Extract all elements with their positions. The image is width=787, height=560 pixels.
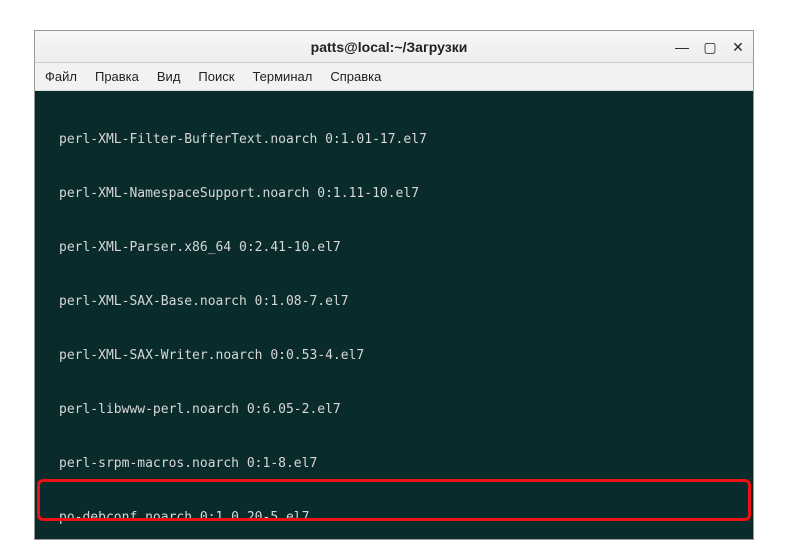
menu-help[interactable]: Справка — [330, 69, 381, 84]
menu-view[interactable]: Вид — [157, 69, 181, 84]
window-title: patts@local:~/Загрузки — [103, 39, 675, 55]
package-line: perl-libwww-perl.noarch 0:6.05-2.el7 — [41, 401, 747, 419]
titlebar: patts@local:~/Загрузки — ▢ ✕ — [35, 31, 753, 63]
window-controls: — ▢ ✕ — [675, 40, 745, 54]
menu-search[interactable]: Поиск — [198, 69, 234, 84]
package-line: perl-srpm-macros.noarch 0:1-8.el7 — [41, 455, 747, 473]
package-line: perl-XML-SAX-Base.noarch 0:1.08-7.el7 — [41, 293, 747, 311]
menubar: Файл Правка Вид Поиск Терминал Справка — [35, 63, 753, 91]
package-line: perl-XML-Parser.x86_64 0:2.41-10.el7 — [41, 239, 747, 257]
package-line: perl-XML-SAX-Writer.noarch 0:0.53-4.el7 — [41, 347, 747, 365]
menu-file[interactable]: Файл — [45, 69, 77, 84]
minimize-button[interactable]: — — [675, 40, 689, 54]
menu-edit[interactable]: Правка — [95, 69, 139, 84]
package-line: po-debconf.noarch 0:1.0.20-5.el7 — [41, 509, 747, 527]
package-line: perl-XML-Filter-BufferText.noarch 0:1.01… — [41, 131, 747, 149]
package-line: perl-XML-NamespaceSupport.noarch 0:1.11-… — [41, 185, 747, 203]
close-button[interactable]: ✕ — [731, 40, 745, 54]
terminal-output[interactable]: perl-XML-Filter-BufferText.noarch 0:1.01… — [35, 91, 753, 539]
menu-terminal[interactable]: Терминал — [252, 69, 312, 84]
terminal-window: patts@local:~/Загрузки — ▢ ✕ Файл Правка… — [34, 30, 754, 540]
maximize-button[interactable]: ▢ — [703, 40, 717, 54]
